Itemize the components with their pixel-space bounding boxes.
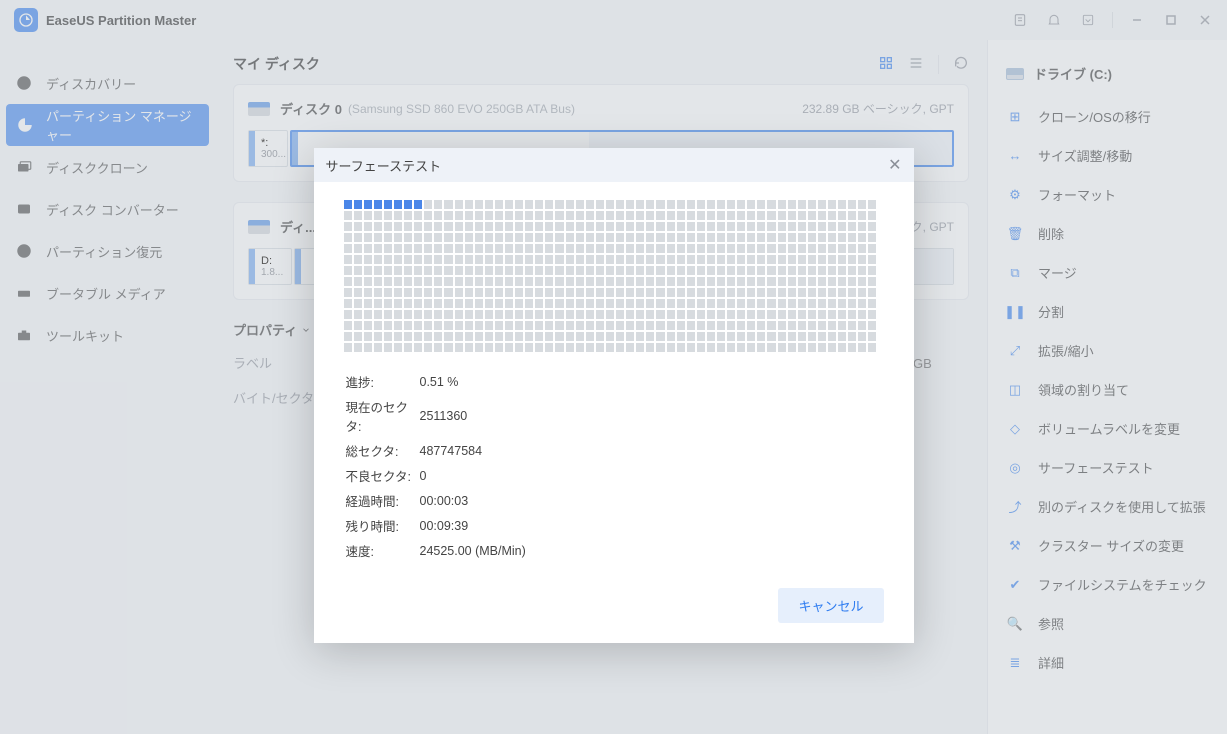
modal-close-button[interactable]: ✕ [888, 155, 901, 175]
surface-test-dialog: サーフェーステスト ✕ 進捗:0.51 % 現在のセクタ:2511360 総セク… [314, 148, 914, 643]
modal-title: サーフェーステスト [326, 156, 442, 175]
surface-test-stats: 進捗:0.51 % 現在のセクタ:2511360 総セクタ:487747584 … [344, 368, 884, 564]
modal-overlay: サーフェーステスト ✕ 進捗:0.51 % 現在のセクタ:2511360 総セク… [0, 0, 1227, 734]
cancel-button[interactable]: キャンセル [778, 588, 883, 623]
sector-grid [344, 200, 884, 352]
